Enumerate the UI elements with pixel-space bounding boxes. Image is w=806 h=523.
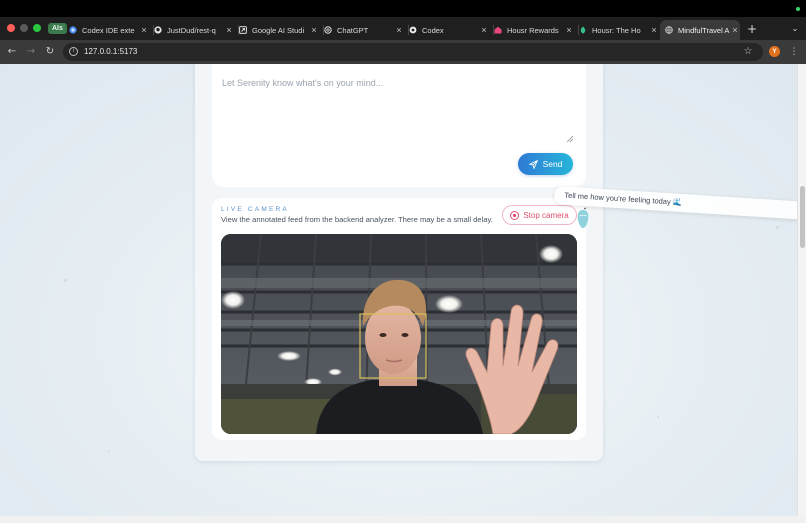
tab-title: Housr: The Ho — [592, 25, 641, 35]
live-camera-description: View the annotated feed from the backend… — [221, 215, 493, 224]
tab-title: Codex IDE exte — [82, 25, 135, 35]
stop-camera-button[interactable]: Stop camera — [502, 205, 577, 225]
tab-codex[interactable]: Codex × — [409, 20, 489, 40]
tab-title: MindfulTravel A — [678, 25, 730, 35]
housr-icon — [494, 26, 502, 34]
stop-camera-label: Stop camera — [523, 210, 569, 220]
tab-title: ChatGPT — [337, 25, 369, 35]
tab-ai-studio[interactable]: Google AI Studi × — [239, 20, 319, 40]
tab-housr-home[interactable]: Housr: The Ho × — [579, 20, 659, 40]
tab-codex-extension[interactable]: Codex IDE exte × — [69, 20, 149, 40]
tab-housr-rewards[interactable]: Housr Rewards × — [494, 20, 574, 40]
minimize-window-button[interactable] — [20, 24, 28, 32]
profile-avatar[interactable]: Y — [769, 46, 780, 57]
ai-studio-icon — [239, 26, 247, 34]
send-button[interactable]: Send — [518, 153, 573, 175]
openai-icon — [409, 26, 417, 34]
codex-extension-icon — [69, 26, 77, 34]
forward-arrow-icon[interactable]: → — [23, 44, 39, 60]
page-viewport: Send LIVE CAMERA View the annotated feed… — [0, 64, 806, 516]
tab-title: Codex — [422, 25, 444, 35]
send-label: Send — [542, 159, 563, 169]
window-titlebar — [0, 0, 806, 17]
decorative-dot — [108, 450, 110, 452]
site-info-icon[interactable]: i — [69, 47, 78, 56]
tab-close-icon[interactable]: × — [649, 25, 659, 35]
tab-close-icon[interactable]: × — [564, 25, 574, 35]
textarea-resize-handle[interactable] — [567, 136, 573, 142]
decorative-dot — [657, 416, 659, 418]
github-icon — [154, 26, 162, 34]
tab-chatgpt[interactable]: ChatGPT × — [324, 20, 404, 40]
tab-close-icon[interactable]: × — [309, 25, 319, 35]
message-input[interactable] — [222, 78, 574, 142]
openai-icon — [324, 26, 332, 34]
housr-leaf-icon — [579, 26, 587, 34]
tab-close-icon[interactable]: × — [224, 25, 234, 35]
reload-icon[interactable]: ↻ — [42, 44, 58, 60]
page-scrollbar[interactable] — [797, 64, 806, 516]
tab-mindfultravel[interactable]: MindfulTravel A × — [660, 20, 740, 40]
tab-close-icon[interactable]: × — [479, 25, 489, 35]
zoom-window-button[interactable] — [33, 24, 41, 32]
browser-menu-icon[interactable]: ⋮ — [788, 44, 800, 60]
bookmark-star-icon[interactable]: ☆ — [742, 43, 754, 61]
decorative-dot — [776, 226, 779, 229]
tab-title: Google AI Studi — [252, 25, 305, 35]
stop-icon — [510, 210, 520, 220]
tab-github[interactable]: JustDud/rest-q × — [154, 20, 234, 40]
url-text[interactable]: 127.0.0.1:5173 — [84, 46, 137, 58]
address-bar[interactable]: i 127.0.0.1:5173 — [63, 43, 763, 61]
browser-toolbar: ← → ↻ i 127.0.0.1:5173 — [0, 40, 806, 64]
new-tab-button[interactable]: + — [745, 21, 759, 37]
tab-title: JustDud/rest-q — [167, 25, 216, 35]
tab-close-icon[interactable]: × — [394, 25, 404, 35]
camera-feed — [221, 234, 577, 434]
page-bottom-edge — [0, 516, 806, 523]
send-plane-icon — [528, 159, 538, 169]
camera-feed-image — [221, 234, 577, 434]
mascot-icon — [577, 207, 589, 228]
decorative-dot — [64, 279, 67, 282]
globe-icon — [665, 26, 673, 34]
close-window-button[interactable] — [7, 24, 15, 32]
tab-title: Housr Rewards — [507, 25, 559, 35]
tab-close-icon[interactable]: × — [139, 25, 149, 35]
status-dot — [796, 7, 800, 11]
scrollbar-thumb[interactable] — [800, 186, 805, 248]
tab-group-label[interactable]: AIs — [48, 23, 67, 34]
tab-strip: AIs Codex IDE exte × JustDud/rest-q × Go… — [0, 17, 806, 40]
back-arrow-icon[interactable]: ← — [4, 44, 20, 60]
live-camera-eyebrow: LIVE CAMERA — [221, 206, 289, 213]
tab-close-icon[interactable]: × — [730, 25, 740, 35]
tab-search-chevron-icon[interactable]: ⌄ — [788, 21, 802, 37]
